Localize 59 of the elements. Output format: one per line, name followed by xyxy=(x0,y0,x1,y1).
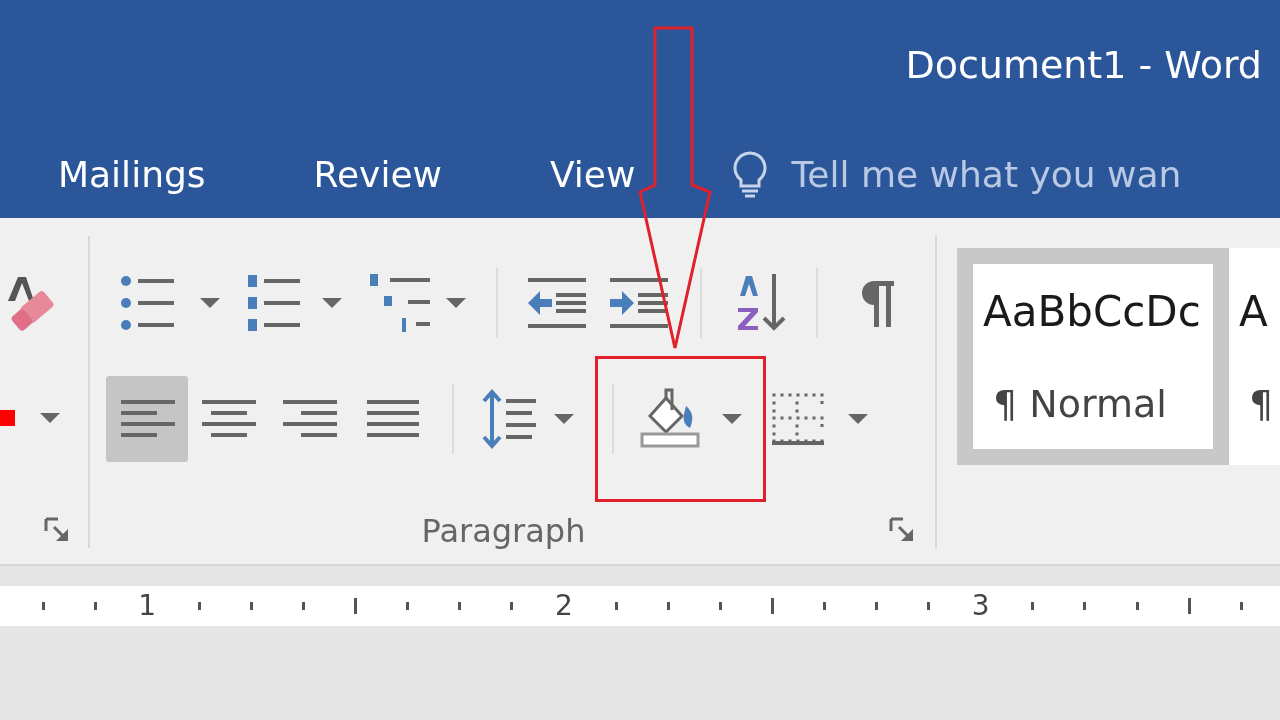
ribbon-tab[interactable]: Review xyxy=(313,153,442,195)
style-preview: AaBbCcDc xyxy=(983,287,1201,336)
ruler-number: 1 xyxy=(138,592,157,620)
style-name: ¶ xyxy=(1248,382,1274,426)
ruler-tick xyxy=(302,602,305,610)
align-icon xyxy=(119,399,175,439)
ruler-tick xyxy=(249,602,253,610)
ruler-tick xyxy=(1135,602,1139,610)
ruler-tick xyxy=(197,602,201,610)
style-name: ¶ Normal xyxy=(992,382,1167,426)
caret-icon xyxy=(322,298,342,308)
dialog-launcher-icon xyxy=(44,517,70,543)
ruler-tick xyxy=(1239,602,1243,610)
style-gallery-item[interactable]: AaBbCcDc ¶ Normal xyxy=(957,248,1229,465)
ruler-tick xyxy=(927,602,931,610)
multilevel-list-icon xyxy=(368,274,430,332)
tell-me-field[interactable]: Tell me what you wan xyxy=(791,153,1232,195)
ruler-tick xyxy=(458,602,462,610)
style-gallery-item[interactable]: A ¶ xyxy=(1229,248,1280,465)
group-label: Paragraph xyxy=(421,512,586,550)
ruler-tick xyxy=(666,602,670,610)
align-icon xyxy=(201,399,257,439)
ruler-tick xyxy=(1031,602,1035,610)
ruler-tick xyxy=(406,602,410,610)
ruler-tick xyxy=(770,598,774,614)
caret-icon xyxy=(446,298,466,308)
ruler-tick xyxy=(1187,598,1191,614)
ruler-tick xyxy=(875,602,879,610)
ruler-tick xyxy=(718,602,722,610)
ribbon-tab[interactable]: Mailings xyxy=(58,153,206,195)
numbered-list-icon xyxy=(246,275,302,331)
ruler-tick xyxy=(1083,602,1087,610)
ruler-tick xyxy=(93,602,97,610)
caret-icon xyxy=(554,414,574,424)
window-title: Document1 - Word xyxy=(905,43,1262,87)
align-icon xyxy=(365,399,421,439)
paint-bucket-icon xyxy=(640,388,700,450)
caret-icon xyxy=(848,414,868,424)
caret-icon xyxy=(200,298,220,308)
ruler-tick xyxy=(822,602,826,610)
align-icon xyxy=(283,399,339,439)
ruler-tick xyxy=(510,602,514,610)
ruler-tick xyxy=(614,602,618,610)
bullet-list-icon xyxy=(120,275,176,331)
increase-indent-icon xyxy=(608,277,670,329)
line-spacing-icon xyxy=(482,389,538,449)
align-button[interactable] xyxy=(106,376,188,462)
ribbon-tab[interactable]: View xyxy=(550,153,636,195)
ruler-tick xyxy=(354,598,358,614)
dialog-launcher-icon xyxy=(889,517,915,543)
ruler-tick xyxy=(41,602,45,610)
caret-icon xyxy=(722,414,742,424)
decrease-indent-icon xyxy=(526,277,588,329)
style-preview: A xyxy=(1239,287,1268,336)
ruler-number: 3 xyxy=(971,592,990,620)
borders-icon xyxy=(772,393,824,445)
ruler-number: 2 xyxy=(555,592,573,620)
color-bar-icon xyxy=(0,410,15,426)
caret-icon xyxy=(40,413,60,423)
